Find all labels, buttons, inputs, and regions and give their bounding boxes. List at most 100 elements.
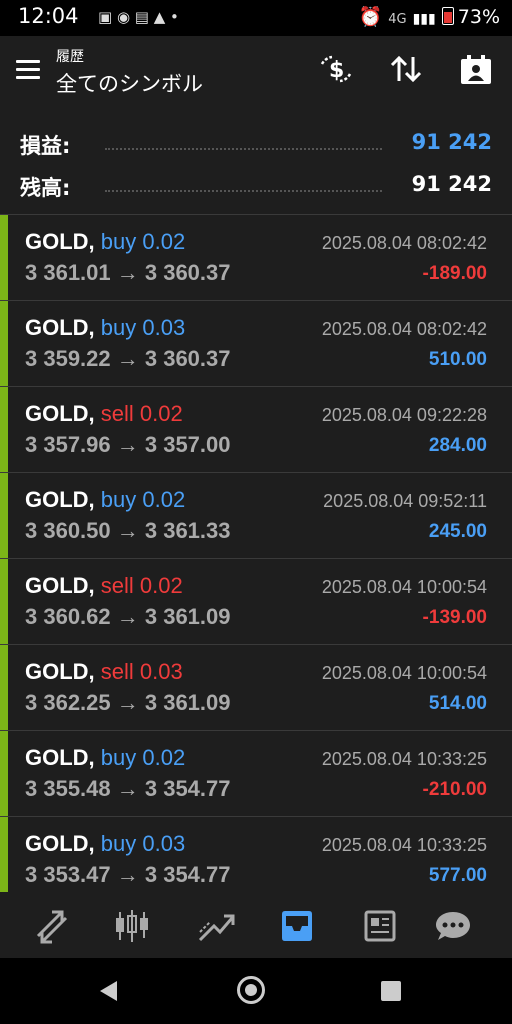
summary-panel: 損益: 91 242 残高: 91 242 (0, 114, 512, 215)
trade-datetime: 2025.08.04 10:33:25 (321, 835, 487, 855)
trade-side: buy 0.03 (100, 831, 186, 856)
trade-profit: 245.00 (428, 521, 487, 542)
trade-side: buy 0.02 (100, 745, 186, 770)
trade-title: GOLD, buy 0.03 (25, 315, 185, 341)
history-icon[interactable] (277, 906, 317, 946)
balance-row: 残高: 91 242 (20, 166, 492, 206)
trade-row[interactable]: GOLD, sell 0.02 3 360.62 → 3 361.09 2025… (0, 559, 512, 645)
profit-label: 損益: (20, 134, 71, 158)
balance-label: 残高: (20, 176, 71, 200)
trade-prices: 3 362.25 → 3 361.09 (25, 690, 231, 715)
battery-icon (441, 7, 454, 25)
alarm-icon: ⏰ (358, 6, 383, 28)
recents-icon[interactable] (381, 981, 401, 1001)
trade-prices: 3 353.47 → 3 354.77 (25, 862, 231, 887)
trade-profit: -189.00 (422, 263, 487, 284)
trade-symbol: GOLD, (25, 573, 95, 598)
trade-prices: 3 355.48 → 3 354.77 (25, 776, 231, 801)
back-icon[interactable] (100, 981, 117, 1001)
trade-row[interactable]: GOLD, sell 0.03 3 362.25 → 3 361.09 2025… (0, 645, 512, 731)
trade-datetime: 2025.08.04 09:52:11 (323, 491, 487, 511)
trade-title: GOLD, buy 0.03 (25, 831, 185, 857)
home-icon[interactable] (237, 976, 265, 1004)
trade-row[interactable]: GOLD, buy 0.03 3 353.47 → 3 354.77 2025.… (0, 817, 512, 892)
quotes-icon[interactable] (32, 906, 72, 946)
position-bar (0, 559, 8, 644)
trade-side: buy 0.02 (100, 229, 186, 254)
trade-symbol: GOLD, (25, 315, 95, 340)
page-title[interactable]: 全てのシンボル (56, 68, 203, 98)
trade-side: buy 0.03 (100, 315, 186, 340)
status-time: 12:04 (18, 4, 79, 28)
trade-icon[interactable] (196, 906, 236, 946)
trade-datetime: 2025.08.04 09:22:28 (321, 405, 487, 425)
trade-side: sell 0.03 (100, 659, 183, 684)
trade-symbol: GOLD, (25, 229, 95, 254)
profit-value: 91 242 (411, 130, 492, 154)
trade-symbol: GOLD, (25, 831, 95, 856)
notification-icons: ▣ ◉ ▤ ▲ • (98, 8, 179, 26)
trade-title: GOLD, buy 0.02 (25, 745, 185, 771)
trade-row[interactable]: GOLD, buy 0.02 3 360.50 → 3 361.33 2025.… (0, 473, 512, 559)
currency-exchange-icon[interactable]: $ (316, 54, 356, 91)
trade-title: GOLD, sell 0.03 (25, 659, 183, 685)
trade-prices: 3 361.01 → 3 360.37 (25, 260, 231, 285)
position-bar (0, 473, 8, 558)
trade-prices: 3 360.62 → 3 361.09 (25, 604, 231, 629)
signal-type: 4G (388, 12, 407, 27)
trade-symbol: GOLD, (25, 659, 95, 684)
trade-row[interactable]: GOLD, buy 0.03 3 359.22 → 3 360.37 2025.… (0, 301, 512, 387)
profit-row: 損益: 91 242 (20, 124, 492, 164)
page-subtitle: 履歴 (56, 49, 84, 65)
trade-prices: 3 357.96 → 3 357.00 (25, 432, 231, 457)
trade-datetime: 2025.08.04 08:02:42 (321, 233, 487, 253)
status-right: ⏰ 4G ▮▮▮ 73% (359, 5, 500, 28)
menu-icon[interactable] (16, 60, 40, 80)
trade-title: GOLD, sell 0.02 (25, 401, 183, 427)
position-bar (0, 645, 8, 730)
balance-value: 91 242 (411, 172, 492, 196)
trade-symbol: GOLD, (25, 401, 95, 426)
trade-profit: 577.00 (428, 865, 487, 886)
chat-icon[interactable] (433, 906, 473, 946)
trade-datetime: 2025.08.04 10:00:54 (321, 577, 487, 597)
calendar-icon[interactable] (456, 54, 496, 93)
news-icon[interactable] (360, 906, 400, 946)
trade-profit: -210.00 (422, 779, 487, 800)
svg-text:$: $ (329, 58, 344, 83)
position-bar (0, 301, 8, 386)
dotted-leader (105, 190, 382, 192)
position-bar (0, 387, 8, 472)
trade-title: GOLD, buy 0.02 (25, 487, 185, 513)
trade-prices: 3 360.50 → 3 361.33 (25, 518, 231, 543)
trade-datetime: 2025.08.04 08:02:42 (321, 319, 487, 339)
battery-percent: 73% (457, 6, 500, 28)
position-bar (0, 215, 8, 300)
trade-history-list[interactable]: GOLD, buy 0.02 3 361.01 → 3 360.37 2025.… (0, 215, 512, 892)
trade-row[interactable]: GOLD, sell 0.02 3 357.96 → 3 357.00 2025… (0, 387, 512, 473)
trade-profit: 514.00 (428, 693, 487, 714)
trade-row[interactable]: GOLD, buy 0.02 3 355.48 → 3 354.77 2025.… (0, 731, 512, 817)
trade-datetime: 2025.08.04 10:33:25 (321, 749, 487, 769)
chart-icon[interactable] (112, 906, 152, 946)
trade-profit: 510.00 (428, 349, 487, 370)
position-bar (0, 817, 8, 892)
dotted-leader (105, 148, 382, 150)
trade-datetime: 2025.08.04 10:00:54 (321, 663, 487, 683)
trade-prices: 3 359.22 → 3 360.37 (25, 346, 231, 371)
trade-row[interactable]: GOLD, buy 0.02 3 361.01 → 3 360.37 2025.… (0, 215, 512, 301)
position-bar (0, 731, 8, 816)
signal-icon: ▮▮▮ (412, 11, 436, 27)
trade-side: sell 0.02 (100, 401, 183, 426)
trade-profit: 284.00 (428, 435, 487, 456)
trade-side: sell 0.02 (100, 573, 183, 598)
sort-icon[interactable] (386, 54, 426, 91)
trade-symbol: GOLD, (25, 487, 95, 512)
system-nav-bar (0, 958, 512, 1024)
trade-profit: -139.00 (422, 607, 487, 628)
app-bar: 履歴 全てのシンボル $ (0, 36, 512, 114)
status-bar: 12:04 ▣ ◉ ▤ ▲ • ⏰ 4G ▮▮▮ 73% (0, 0, 512, 36)
trade-side: buy 0.02 (100, 487, 186, 512)
trade-title: GOLD, sell 0.02 (25, 573, 183, 599)
trade-symbol: GOLD, (25, 745, 95, 770)
